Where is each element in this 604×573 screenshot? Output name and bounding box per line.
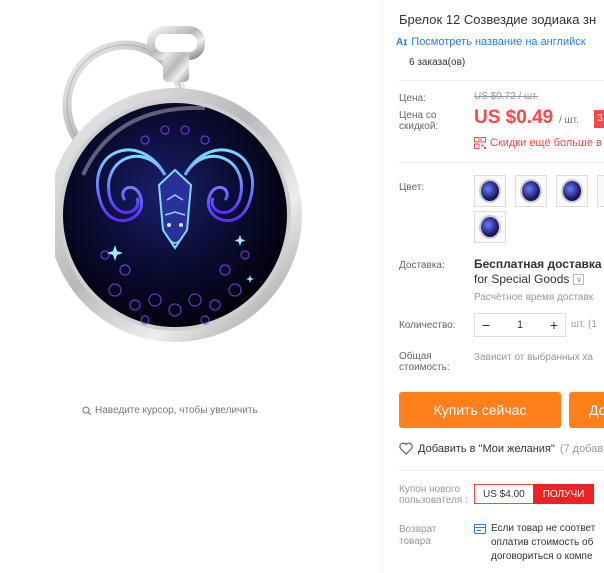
divider: [399, 80, 604, 81]
return-policy-icon: [474, 524, 486, 534]
buy-now-button[interactable]: Купить сейчас: [399, 392, 561, 428]
translate-icon: Aɪ: [396, 36, 408, 48]
new-user-coupon-label: Купон нового пользователя :: [399, 484, 468, 506]
heart-icon: [399, 442, 413, 455]
quantity-stepper: − 1 +: [474, 313, 566, 337]
quantity-decrease-button[interactable]: −: [475, 314, 497, 336]
product-gallery: Наведите курсор, чтобы увеличить: [0, 0, 382, 573]
shipping-estimate: Расчётное время доставк: [474, 292, 594, 303]
translate-link-text: Посмотреть название на английск: [411, 36, 586, 48]
shipping-method-text: for Special Goods: [474, 272, 570, 286]
price-label: Цена:: [399, 93, 426, 104]
chevron-down-icon[interactable]: ∨: [573, 273, 585, 285]
translate-link[interactable]: Aɪ Посмотреть название на английск: [396, 36, 586, 48]
old-price: US $0.72 / шт.: [474, 91, 539, 102]
color-swatch[interactable]: [474, 175, 506, 207]
color-swatch[interactable]: [556, 175, 588, 207]
search-icon: [82, 405, 92, 415]
add-to-cart-button[interactable]: До: [569, 392, 604, 428]
shipping-label: Доставка:: [399, 260, 445, 271]
color-swatch[interactable]: [597, 175, 604, 207]
more-discounts-text: Скидки ещё больше в: [490, 137, 602, 149]
color-swatch[interactable]: [515, 175, 547, 207]
new-user-coupon: US $4.00 ПОЛУЧИ: [474, 484, 595, 504]
product-title: Брелок 12 Созвездие зодиака зн: [399, 12, 597, 27]
returns-label: Возврат товара: [399, 524, 437, 547]
wishlist-text: Добавить в "Мои желания": [418, 442, 555, 455]
shipping-method[interactable]: for Special Goods ∨: [474, 272, 585, 286]
get-coupon-button[interactable]: ПОЛУЧИ: [532, 484, 595, 504]
quantity-unit: шт. (1: [571, 319, 597, 330]
panel-divider: [382, 0, 383, 573]
color-label: Цвет:: [399, 182, 425, 193]
returns-policy: Если товар не соответ оплатив стоимость …: [474, 522, 595, 564]
zoom-hint-text: Наведите курсор, чтобы увеличить: [95, 405, 258, 416]
divider: [399, 470, 604, 471]
color-swatch[interactable]: [474, 211, 506, 243]
quantity-input[interactable]: 1: [497, 319, 543, 331]
returns-line: Если товар не соответ: [491, 523, 596, 534]
zoom-hint: Наведите курсор, чтобы увеличить: [82, 405, 258, 416]
returns-line: договориться о компе: [491, 551, 593, 562]
shipping-title: Бесплатная доставка в: [474, 257, 604, 271]
orders-count: 6 заказа(ов): [409, 57, 466, 68]
total-label: Общая стоимость:: [399, 351, 450, 373]
price-unit: / шт.: [559, 115, 579, 126]
qr-code-icon: [474, 137, 486, 149]
divider: [399, 162, 604, 163]
more-discounts-link[interactable]: Скидки ещё больше в: [474, 137, 602, 149]
discount-badge: 3: [594, 110, 604, 128]
quantity-label: Количество:: [399, 320, 456, 331]
quantity-increase-button[interactable]: +: [543, 314, 565, 336]
returns-line: оплатив стоимость об: [491, 537, 594, 548]
product-image[interactable]: [48, 0, 325, 370]
discount-price: US $0.49: [474, 107, 554, 128]
wishlist-count: (7 добав: [559, 442, 604, 455]
discount-price-label: Цена со скидкой:: [399, 110, 439, 132]
total-value: Зависит от выбранных ха: [474, 352, 593, 363]
coupon-value: US $4.00: [474, 484, 533, 504]
add-to-wishlist[interactable]: Добавить в "Мои желания" (7 добав: [399, 442, 603, 455]
